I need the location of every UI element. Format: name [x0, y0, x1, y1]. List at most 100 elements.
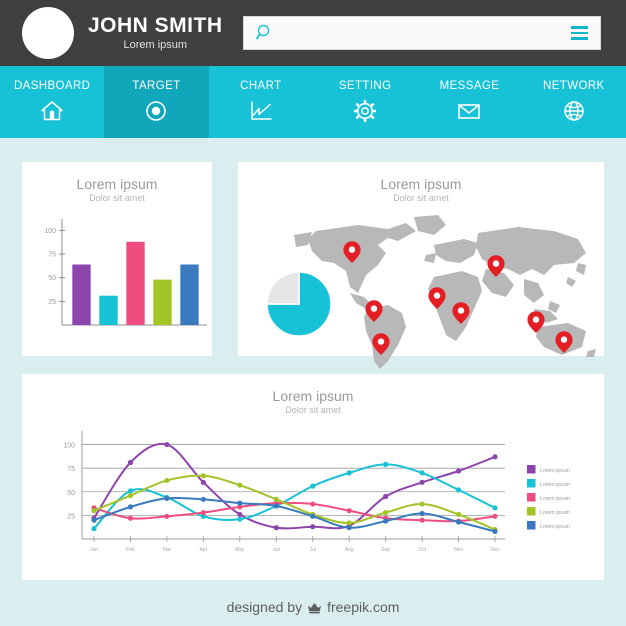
nav-label-network: NETWORK	[543, 80, 605, 92]
data-point	[164, 441, 170, 448]
svg-text:Oct: Oct	[418, 547, 426, 553]
svg-text:Feb: Feb	[126, 547, 135, 553]
data-point	[310, 483, 316, 489]
legend-swatch	[527, 479, 536, 488]
legend-item[interactable]: Lorem ipsum	[527, 479, 570, 488]
footer-brand: freepik.com	[327, 599, 400, 615]
legend-label: Lorem ipsum	[540, 496, 570, 502]
svg-text:25: 25	[67, 513, 75, 520]
svg-text:Nov: Nov	[454, 547, 463, 553]
data-point	[492, 505, 498, 511]
line-series-2	[93, 463, 496, 530]
pie-chart	[266, 271, 332, 337]
nav-item-message[interactable]: MESSAGE	[417, 66, 521, 138]
nav-label-setting: SETTING	[338, 80, 392, 92]
data-point	[455, 511, 462, 518]
legend-item[interactable]: Lorem ipsum	[527, 493, 570, 502]
data-point	[127, 504, 134, 510]
pie-slice-group	[266, 271, 332, 337]
map-panel-subtitle: Dolor sit amet	[393, 193, 449, 203]
legend-item[interactable]: Lorem ipsum	[527, 507, 570, 516]
gear-icon	[352, 98, 378, 124]
legend-label: Lorem ipsum	[540, 468, 570, 474]
data-point	[91, 508, 97, 514]
data-point	[91, 517, 97, 523]
data-point	[237, 511, 243, 518]
nav-item-network[interactable]: NETWORK	[522, 66, 626, 138]
footer-text: designed by	[226, 599, 303, 615]
target-icon	[143, 98, 169, 124]
data-point	[383, 509, 389, 516]
data-point	[492, 513, 498, 519]
legend-label: Lorem ipsum	[540, 524, 570, 530]
svg-text:50: 50	[48, 275, 56, 282]
bar-1	[72, 264, 91, 325]
user-name: JOHN SMITH	[88, 14, 223, 37]
nav-label-message: MESSAGE	[439, 80, 500, 92]
legend-swatch	[527, 493, 536, 502]
svg-text:Dec: Dec	[491, 547, 500, 553]
line-chart: 25 50 75 100 Jan Feb Mar Apr May Jun Jul Aug Sep Oct N…	[63, 431, 570, 553]
data-point	[273, 496, 279, 502]
home-icon	[39, 98, 65, 124]
data-point	[310, 524, 316, 530]
svg-text:May: May	[235, 547, 245, 553]
search-icon	[256, 24, 274, 42]
data-point	[200, 473, 206, 479]
data-point	[383, 518, 389, 524]
data-point	[200, 496, 206, 502]
nav-label-chart: CHART	[240, 80, 282, 92]
svg-text:75: 75	[67, 466, 75, 473]
pie-slice-2	[266, 271, 300, 305]
data-point	[237, 482, 243, 488]
map-panel: Lorem ipsum Dolor sit amet	[238, 162, 604, 369]
svg-text:75: 75	[48, 252, 56, 259]
data-point	[455, 468, 462, 474]
bar-panel-subtitle: Dolor sit amet	[89, 193, 145, 203]
user-info: JOHN SMITH Lorem ipsum	[88, 14, 223, 52]
nav-item-dashboard[interactable]: DASHBOARD	[0, 66, 104, 138]
data-point	[237, 500, 243, 506]
svg-text:Jul: Jul	[310, 547, 316, 553]
data-point	[273, 503, 279, 509]
svg-text:50: 50	[67, 490, 75, 497]
nav-item-setting[interactable]: SETTING	[313, 66, 417, 138]
line-chart-panel: Lorem ipsum Dolor sit amet 25 50 75 100 Jan F…	[22, 374, 604, 580]
legend-swatch	[527, 521, 536, 530]
data-point	[383, 461, 389, 467]
search-input[interactable]	[274, 26, 571, 40]
legend-item[interactable]: Lorem ipsum	[527, 521, 570, 530]
search-bar[interactable]	[243, 16, 601, 50]
data-point	[346, 520, 352, 526]
data-point	[273, 525, 279, 531]
data-point	[164, 513, 170, 519]
nav-label-target: TARGET	[132, 80, 181, 92]
crown-icon	[307, 601, 322, 614]
page-header: JOHN SMITH Lorem ipsum	[0, 0, 626, 66]
bar-2	[99, 295, 118, 325]
data-point	[164, 495, 170, 501]
data-point	[455, 519, 462, 525]
nav-label-dashboard: DASHBOARD	[13, 80, 91, 92]
bar-5	[180, 264, 199, 325]
data-point	[310, 513, 316, 519]
hamburger-icon[interactable]	[571, 26, 588, 40]
data-point	[419, 470, 425, 476]
user-subtitle: Lorem ipsum	[123, 39, 188, 51]
data-point	[492, 528, 498, 535]
data-point	[419, 501, 425, 507]
bar-chart-panel: Lorem ipsum Dolor sit amet 25 50 75 100	[22, 162, 212, 356]
legend-label: Lorem ipsum	[540, 482, 570, 488]
data-point	[310, 501, 316, 507]
data-point	[419, 517, 425, 523]
legend-swatch	[527, 465, 536, 474]
svg-text:25: 25	[48, 299, 56, 306]
nav-item-chart[interactable]: CHART	[209, 66, 313, 138]
legend-item[interactable]: Lorem ipsum	[527, 465, 570, 474]
nav-item-target[interactable]: TARGET	[104, 66, 209, 138]
data-point	[346, 508, 352, 514]
main-navigation: DASHBOARD TARGET CHART SETTING MESSAGE N…	[0, 66, 626, 138]
bar-chart: 25 50 75 100	[44, 219, 207, 326]
svg-text:100: 100	[44, 228, 56, 235]
data-point	[383, 493, 389, 500]
